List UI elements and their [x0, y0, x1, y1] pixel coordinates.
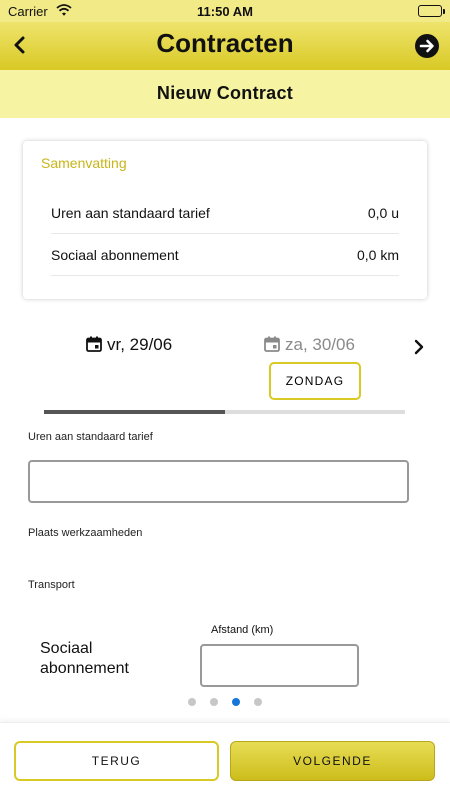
- uren-field-label: Uren aan standaard tarief: [28, 431, 153, 443]
- page-dot[interactable]: [254, 698, 262, 706]
- summary-row-value: 0,0 u: [367, 205, 399, 221]
- page-dot[interactable]: [232, 698, 240, 706]
- day-tab-friday[interactable]: vr, 29/06: [86, 335, 172, 355]
- sociaal-abonnement-label: Sociaal abonnement: [40, 640, 129, 677]
- page-title: Contracten: [156, 28, 294, 58]
- calendar-icon: [264, 336, 280, 352]
- nav-bar: Contracten: [0, 22, 450, 70]
- sunday-button[interactable]: ZONDAG: [269, 362, 361, 400]
- day-tab-saturday[interactable]: za, 30/06: [264, 335, 355, 355]
- calendar-icon: [86, 336, 102, 352]
- footer-bar: TERUG VOLGENDE: [0, 722, 450, 800]
- uren-input[interactable]: [28, 460, 409, 503]
- transport-label: Transport: [28, 579, 75, 591]
- summary-card: Samenvatting Uren aan standaard tarief 0…: [23, 141, 427, 299]
- page-dot[interactable]: [210, 698, 218, 706]
- summary-row-label: Sociaal abonnement: [51, 247, 179, 263]
- day-label: vr, 29/06: [107, 335, 173, 354]
- back-button[interactable]: TERUG: [14, 741, 219, 781]
- battery-icon: [418, 5, 445, 17]
- page-dot[interactable]: [188, 698, 196, 706]
- summary-row-label: Uren aan standaard tarief: [51, 205, 210, 221]
- day-progress-fill: [44, 410, 225, 414]
- plaats-label: Plaats werkzaamheden: [28, 527, 143, 539]
- next-button[interactable]: VOLGENDE: [230, 741, 435, 781]
- afstand-label: Afstand (km): [211, 624, 274, 636]
- summary-row: Sociaal abonnement 0,0 km: [51, 234, 399, 276]
- afstand-input[interactable]: [200, 644, 359, 687]
- day-progress-track: [44, 410, 405, 414]
- chevron-right-icon[interactable]: [410, 338, 428, 356]
- arrow-circle-right-icon[interactable]: [414, 33, 440, 59]
- status-bar: Carrier 11:50 AM: [0, 0, 450, 22]
- summary-row: Uren aan standaard tarief 0,0 u: [51, 192, 399, 234]
- summary-row-value: 0,0 km: [356, 247, 399, 263]
- day-label: za, 30/06: [285, 335, 355, 354]
- page-indicator: [0, 698, 450, 708]
- day-selector: vr, 29/06 za, 30/06 ZONDAG: [0, 328, 450, 418]
- subheader-title: Nieuw Contract: [0, 70, 450, 118]
- status-time: 11:50 AM: [197, 4, 253, 19]
- summary-heading: Samenvatting: [41, 155, 127, 171]
